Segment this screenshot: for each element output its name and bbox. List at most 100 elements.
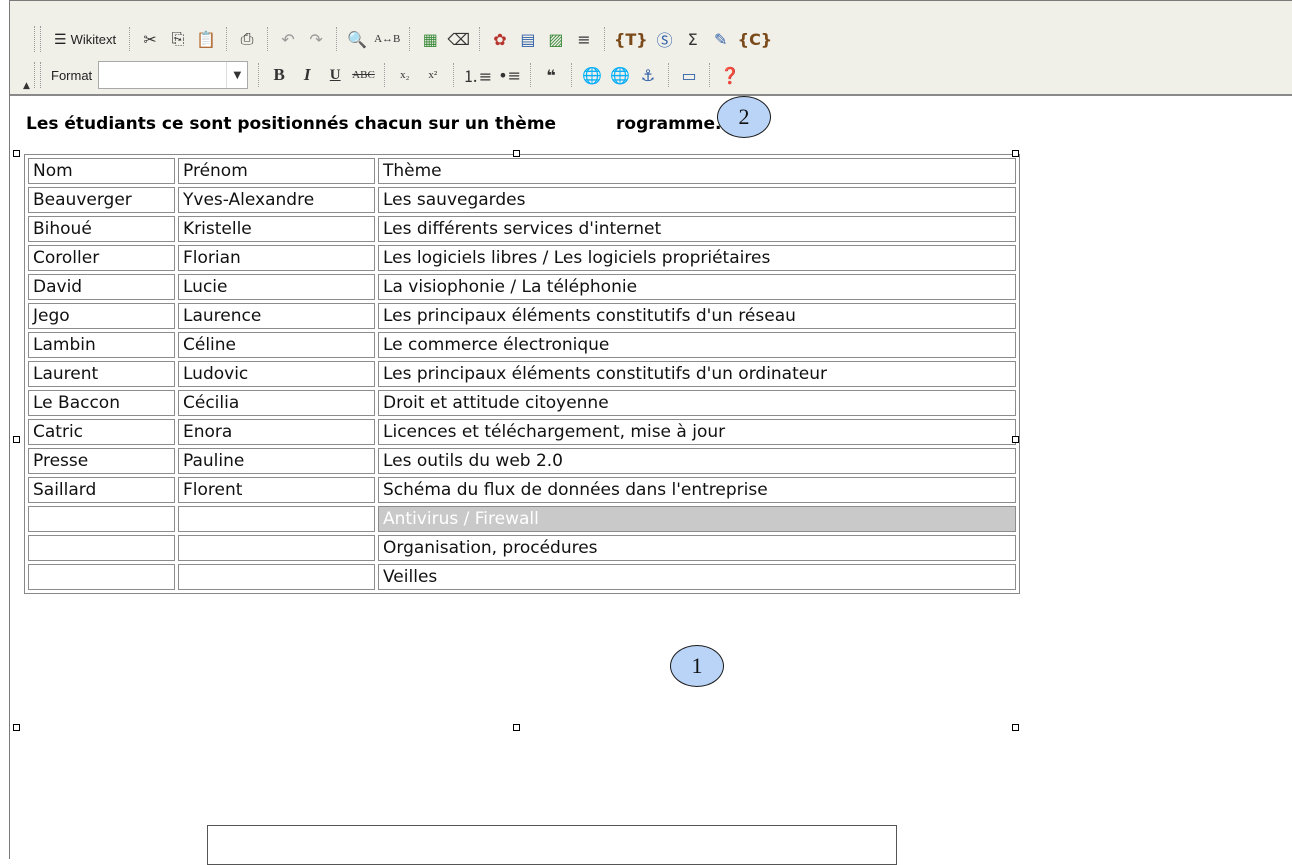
table-cell[interactable]: Ludovic [178, 361, 375, 387]
table-cell[interactable] [178, 564, 375, 590]
collapse-triangle-icon[interactable]: ▲ [23, 81, 30, 91]
table-cell[interactable]: Bihoué [28, 216, 175, 242]
table-cell[interactable]: Yves-Alexandre [178, 187, 375, 213]
table-row[interactable]: Catric Enora Licences et téléchargement, m… [28, 419, 1016, 445]
wikitext-button[interactable]: ☰ Wikitext [50, 26, 120, 52]
resize-handle[interactable] [13, 436, 20, 443]
table-cell[interactable]: Cécilia [178, 390, 375, 416]
table-cell[interactable]: Enora [178, 419, 375, 445]
table-row[interactable]: Bihoué Kristelle Les différents services d… [28, 216, 1016, 242]
students-table[interactable]: Nom Prénom Thème Beauverger Yves-Alexandre Le… [24, 154, 1020, 594]
toolbar-grip[interactable] [34, 26, 41, 52]
table-row[interactable]: David Lucie La visiophonie / La téléphonie [28, 274, 1016, 300]
cut-icon[interactable]: ✂ [139, 26, 161, 52]
resize-handle[interactable] [513, 724, 520, 731]
table-cell[interactable]: Le Baccon [28, 390, 175, 416]
table-cell[interactable]: Catric [28, 419, 175, 445]
superscript-icon[interactable]: x² [422, 62, 444, 88]
table-cell[interactable]: Pauline [178, 448, 375, 474]
resize-handle[interactable] [1012, 150, 1019, 157]
remove-format-icon[interactable]: ⌫ [447, 26, 470, 52]
table-row[interactable]: Jego Laurence Les principaux éléments cons… [28, 303, 1016, 329]
anchor-icon[interactable]: ⚓ [637, 62, 659, 88]
table-row[interactable]: Lambin Céline Le commerce électronique [28, 332, 1016, 358]
chevron-down-icon[interactable]: ▼ [226, 62, 247, 88]
table-cell[interactable]: Antivirus / Firewall [378, 506, 1016, 532]
table-cell[interactable]: Céline [178, 332, 375, 358]
link-icon[interactable]: 🌐 [581, 62, 603, 88]
resize-handle[interactable] [1012, 724, 1019, 731]
select-all-icon[interactable]: ▦ [419, 26, 441, 52]
table-cell[interactable]: Les différents services d'internet [378, 216, 1016, 242]
table-cell[interactable]: Kristelle [178, 216, 375, 242]
redo-icon[interactable]: ↷ [305, 26, 327, 52]
format-select[interactable]: ▼ [98, 61, 249, 89]
table-cell[interactable]: Laurent [28, 361, 175, 387]
table-row[interactable]: Coroller Florian Les logiciels libres / Le… [28, 245, 1016, 271]
table-cell[interactable]: Lucie [178, 274, 375, 300]
table-cell[interactable]: David [28, 274, 175, 300]
italic-icon[interactable]: I [296, 62, 318, 88]
table-cell[interactable] [178, 535, 375, 561]
table-cell[interactable]: Veilles [378, 564, 1016, 590]
bulleted-list-icon[interactable]: •≡ [498, 62, 521, 88]
horizontal-rule-icon[interactable]: ≡ [573, 26, 595, 52]
image-icon[interactable]: ▨ [545, 26, 567, 52]
help-icon[interactable]: ❓ [719, 62, 741, 88]
subscript-icon[interactable]: x₂ [394, 62, 416, 88]
table-cell[interactable]: Les principaux éléments constitutifs d'u… [378, 361, 1016, 387]
table-cell[interactable]: Saillard [28, 477, 175, 503]
table-cell[interactable]: Jego [28, 303, 175, 329]
table-cell[interactable]: Organisation, procédures [378, 535, 1016, 561]
table-row[interactable]: Saillard Florent Schéma du flux de données… [28, 477, 1016, 503]
comment-icon[interactable]: {C} [738, 26, 773, 52]
table-header-cell[interactable]: Thème [378, 158, 1016, 184]
resize-handle[interactable] [13, 150, 20, 157]
table-row[interactable]: Presse Pauline Les outils du web 2.0 [28, 448, 1016, 474]
table-row[interactable]: Veilles [28, 564, 1016, 590]
table-cell[interactable]: Les outils du web 2.0 [378, 448, 1016, 474]
table-header-row[interactable]: Nom Prénom Thème [28, 158, 1016, 184]
resize-handle[interactable] [13, 724, 20, 731]
table-cell[interactable]: Lambin [28, 332, 175, 358]
table-row[interactable]: Antivirus / Firewall [28, 506, 1016, 532]
table-cell[interactable]: Florian [178, 245, 375, 271]
numbered-list-icon[interactable]: ⒈≡ [463, 62, 492, 88]
table-cell[interactable]: Les sauvegardes [378, 187, 1016, 213]
table-row[interactable]: Beauverger Yves-Alexandre Les sauvegardes [28, 187, 1016, 213]
resize-handle[interactable] [513, 150, 520, 157]
table-cell[interactable]: Beauverger [28, 187, 175, 213]
table-cell[interactable]: Les principaux éléments constitutifs d'u… [378, 303, 1016, 329]
table-header-cell[interactable]: Prénom [178, 158, 375, 184]
table-cell[interactable] [178, 506, 375, 532]
special-char-icon[interactable]: ✎ [710, 26, 732, 52]
paste-icon[interactable]: 📋 [195, 26, 217, 52]
table-cell[interactable]: La visiophonie / La téléphonie [378, 274, 1016, 300]
resize-handle[interactable] [1012, 436, 1019, 443]
table-header-cell[interactable]: Nom [28, 158, 175, 184]
table-cell[interactable]: Florent [178, 477, 375, 503]
table-cell[interactable]: Licences et téléchargement, mise à jour [378, 419, 1016, 445]
print-icon[interactable]: ⎙ [236, 26, 258, 52]
find-icon[interactable]: 🔍 [346, 26, 368, 52]
plugin-icon[interactable]: ✿ [489, 26, 511, 52]
content-box[interactable] [207, 825, 897, 865]
signature-icon[interactable]: Ⓢ [654, 26, 676, 52]
formula-icon[interactable]: Σ [682, 26, 704, 52]
table-row[interactable]: Laurent Ludovic Les principaux éléments co… [28, 361, 1016, 387]
table-cell[interactable]: Laurence [178, 303, 375, 329]
replace-icon[interactable]: A↔B [374, 26, 400, 52]
copy-icon[interactable]: ⎘ [167, 26, 189, 52]
strikethrough-icon[interactable]: ABC [352, 62, 375, 88]
toolbar-grip[interactable] [34, 62, 41, 88]
template-icon[interactable]: {T} [614, 26, 648, 52]
table-cell[interactable]: Les logiciels libres / Les logiciels pro… [378, 245, 1016, 271]
table-cell[interactable]: Coroller [28, 245, 175, 271]
underline-icon[interactable]: U [324, 62, 346, 88]
table-icon[interactable]: ▤ [517, 26, 539, 52]
source-icon[interactable]: ▭ [678, 62, 700, 88]
bold-icon[interactable]: B [268, 62, 290, 88]
table-row[interactable]: Le Baccon Cécilia Droit et attitude citoye… [28, 390, 1016, 416]
table-cell[interactable]: Presse [28, 448, 175, 474]
unlink-icon[interactable]: 🌐 [609, 62, 631, 88]
